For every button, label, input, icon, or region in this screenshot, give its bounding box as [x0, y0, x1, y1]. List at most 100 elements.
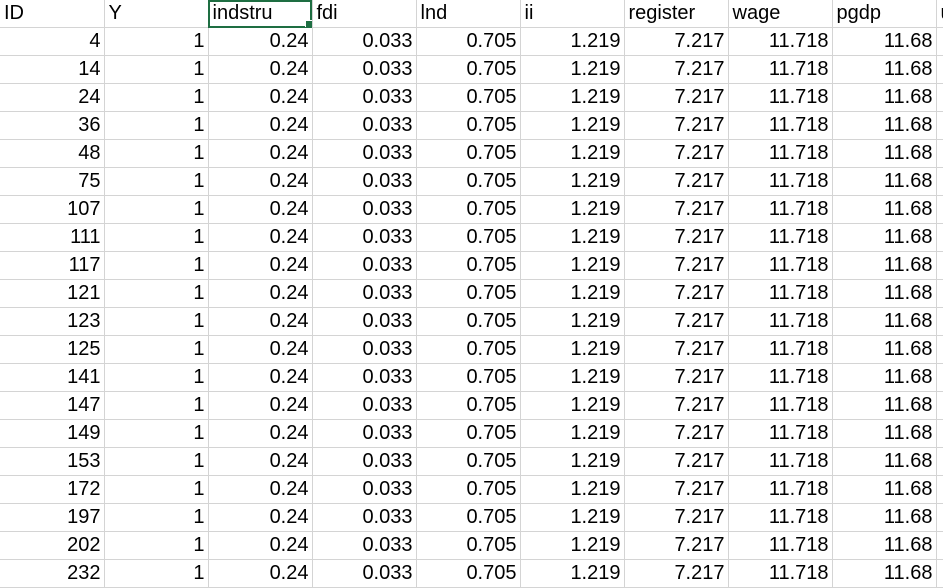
cell-pgdp[interactable]: 11.68 — [832, 475, 937, 504]
cell-lnd[interactable]: 0.705 — [416, 279, 521, 308]
cell-u[interactable] — [936, 83, 943, 112]
cell-y[interactable]: 1 — [104, 27, 209, 56]
cell-ii[interactable]: 1.219 — [520, 559, 625, 588]
cell-lnd[interactable]: 0.705 — [416, 419, 521, 448]
header-cell-wage[interactable]: wage — [728, 0, 833, 28]
cell-indstru[interactable]: 0.24 — [208, 531, 313, 560]
cell-u[interactable] — [936, 503, 943, 532]
cell-wage[interactable]: 11.718 — [728, 307, 833, 336]
cell-wage[interactable]: 11.718 — [728, 475, 833, 504]
cell-y[interactable]: 1 — [104, 223, 209, 252]
header-cell-register[interactable]: register — [624, 0, 729, 28]
cell-indstru[interactable]: 0.24 — [208, 559, 313, 588]
cell-register[interactable]: 7.217 — [624, 27, 729, 56]
cell-y[interactable]: 1 — [104, 475, 209, 504]
cell-indstru[interactable]: 0.24 — [208, 223, 313, 252]
cell-register[interactable]: 7.217 — [624, 195, 729, 224]
cell-register[interactable]: 7.217 — [624, 167, 729, 196]
cell-lnd[interactable]: 0.705 — [416, 307, 521, 336]
cell-ii[interactable]: 1.219 — [520, 531, 625, 560]
cell-register[interactable]: 7.217 — [624, 307, 729, 336]
cell-indstru[interactable]: 0.24 — [208, 111, 313, 140]
cell-wage[interactable]: 11.718 — [728, 83, 833, 112]
cell-y[interactable]: 1 — [104, 391, 209, 420]
cell-register[interactable]: 7.217 — [624, 139, 729, 168]
cell-fdi[interactable]: 0.033 — [312, 559, 417, 588]
cell-pgdp[interactable]: 11.68 — [832, 83, 937, 112]
cell-lnd[interactable]: 0.705 — [416, 475, 521, 504]
cell-ii[interactable]: 1.219 — [520, 139, 625, 168]
cell-y[interactable]: 1 — [104, 531, 209, 560]
cell-fdi[interactable]: 0.033 — [312, 419, 417, 448]
cell-fdi[interactable]: 0.033 — [312, 195, 417, 224]
cell-fdi[interactable]: 0.033 — [312, 251, 417, 280]
cell-fdi[interactable]: 0.033 — [312, 531, 417, 560]
cell-wage[interactable]: 11.718 — [728, 251, 833, 280]
cell-indstru[interactable]: 0.24 — [208, 447, 313, 476]
cell-id[interactable]: 48 — [0, 139, 105, 168]
cell-lnd[interactable]: 0.705 — [416, 559, 521, 588]
cell-indstru[interactable]: 0.24 — [208, 139, 313, 168]
cell-pgdp[interactable]: 11.68 — [832, 27, 937, 56]
cell-lnd[interactable]: 0.705 — [416, 195, 521, 224]
header-cell-y[interactable]: Y — [104, 0, 209, 28]
cell-indstru[interactable]: 0.24 — [208, 27, 313, 56]
cell-register[interactable]: 7.217 — [624, 447, 729, 476]
cell-y[interactable]: 1 — [104, 83, 209, 112]
cell-ii[interactable]: 1.219 — [520, 195, 625, 224]
cell-y[interactable]: 1 — [104, 307, 209, 336]
cell-ii[interactable]: 1.219 — [520, 251, 625, 280]
cell-y[interactable]: 1 — [104, 111, 209, 140]
cell-u[interactable] — [936, 363, 943, 392]
cell-u[interactable] — [936, 419, 943, 448]
cell-indstru[interactable]: 0.24 — [208, 307, 313, 336]
cell-ii[interactable]: 1.219 — [520, 167, 625, 196]
cell-wage[interactable]: 11.718 — [728, 391, 833, 420]
header-cell-u[interactable]: u — [936, 0, 943, 28]
cell-y[interactable]: 1 — [104, 195, 209, 224]
cell-y[interactable]: 1 — [104, 251, 209, 280]
cell-u[interactable] — [936, 167, 943, 196]
cell-wage[interactable]: 11.718 — [728, 195, 833, 224]
cell-id[interactable]: 141 — [0, 363, 105, 392]
cell-pgdp[interactable]: 11.68 — [832, 559, 937, 588]
cell-register[interactable]: 7.217 — [624, 55, 729, 84]
cell-id[interactable]: 149 — [0, 419, 105, 448]
cell-pgdp[interactable]: 11.68 — [832, 167, 937, 196]
cell-y[interactable]: 1 — [104, 55, 209, 84]
cell-wage[interactable]: 11.718 — [728, 139, 833, 168]
cell-u[interactable] — [936, 447, 943, 476]
cell-id[interactable]: 4 — [0, 27, 105, 56]
cell-id[interactable]: 121 — [0, 279, 105, 308]
cell-u[interactable] — [936, 55, 943, 84]
cell-ii[interactable]: 1.219 — [520, 391, 625, 420]
cell-u[interactable] — [936, 391, 943, 420]
cell-id[interactable]: 197 — [0, 503, 105, 532]
cell-indstru[interactable]: 0.24 — [208, 55, 313, 84]
cell-fdi[interactable]: 0.033 — [312, 447, 417, 476]
cell-register[interactable]: 7.217 — [624, 363, 729, 392]
cell-fdi[interactable]: 0.033 — [312, 55, 417, 84]
cell-ii[interactable]: 1.219 — [520, 55, 625, 84]
cell-wage[interactable]: 11.718 — [728, 419, 833, 448]
cell-u[interactable] — [936, 195, 943, 224]
cell-fdi[interactable]: 0.033 — [312, 223, 417, 252]
cell-id[interactable]: 172 — [0, 475, 105, 504]
cell-ii[interactable]: 1.219 — [520, 279, 625, 308]
cell-indstru[interactable]: 0.24 — [208, 279, 313, 308]
cell-id[interactable]: 117 — [0, 251, 105, 280]
cell-pgdp[interactable]: 11.68 — [832, 279, 937, 308]
cell-indstru[interactable]: 0.24 — [208, 167, 313, 196]
cell-pgdp[interactable]: 11.68 — [832, 419, 937, 448]
cell-wage[interactable]: 11.718 — [728, 111, 833, 140]
cell-register[interactable]: 7.217 — [624, 391, 729, 420]
cell-id[interactable]: 36 — [0, 111, 105, 140]
cell-fdi[interactable]: 0.033 — [312, 139, 417, 168]
cell-register[interactable]: 7.217 — [624, 111, 729, 140]
cell-register[interactable]: 7.217 — [624, 335, 729, 364]
cell-pgdp[interactable]: 11.68 — [832, 139, 937, 168]
cell-wage[interactable]: 11.718 — [728, 531, 833, 560]
cell-pgdp[interactable]: 11.68 — [832, 447, 937, 476]
cell-fdi[interactable]: 0.033 — [312, 475, 417, 504]
spreadsheet-grid[interactable]: IDYindstrufdilndiiregisterwagepgdpu410.2… — [0, 0, 943, 588]
